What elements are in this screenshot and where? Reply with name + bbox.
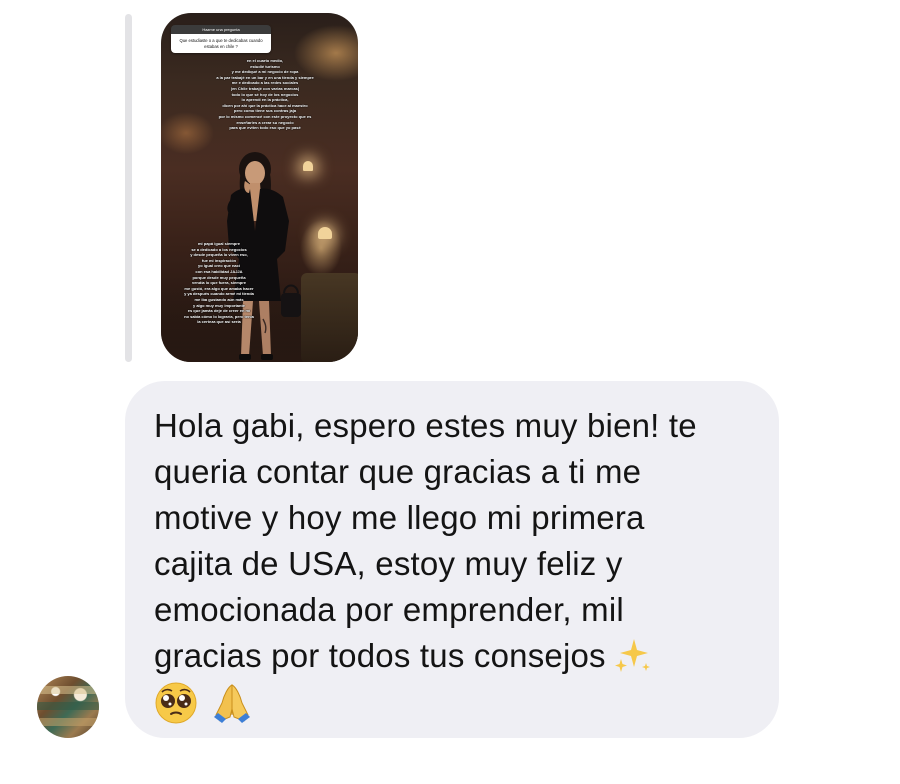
story-caption-bottom: mi papá igual siempre se a dedicado a lo… xyxy=(184,241,254,325)
message-text-block: Hola gabi, espero estes muy bien! te que… xyxy=(154,403,759,679)
sparkles-emoji-icon xyxy=(614,639,650,672)
question-sticker-header: Hazme una pregunta xyxy=(171,25,271,34)
message-bubble[interactable]: Hola gabi, espero estes muy bien! te que… xyxy=(125,381,779,738)
shared-story-preview[interactable]: Hazme una pregunta Que estudiaste o a qu… xyxy=(161,13,358,362)
message-text: Hola gabi, espero estes muy bien! te que… xyxy=(154,407,697,674)
reply-quote-line xyxy=(125,14,132,362)
pleading-face-emoji-icon xyxy=(155,682,197,724)
story-caption-top: en el cuarto medio, estudié turismo y me… xyxy=(216,58,314,131)
story-question-sticker: Hazme una pregunta Que estudiaste o a qu… xyxy=(171,25,271,53)
chat-thread: Hazme una pregunta Que estudiaste o a qu… xyxy=(0,0,900,784)
avatar-texture xyxy=(37,702,99,710)
avatar-texture xyxy=(37,718,99,726)
sender-avatar[interactable] xyxy=(37,676,99,738)
emoji-line xyxy=(154,681,759,725)
avatar-texture xyxy=(37,686,99,694)
question-sticker-text: Que estudiaste o a que te dedicabas cuan… xyxy=(171,34,271,53)
folded-hands-emoji-icon xyxy=(214,684,250,723)
story-lamp xyxy=(318,227,332,239)
